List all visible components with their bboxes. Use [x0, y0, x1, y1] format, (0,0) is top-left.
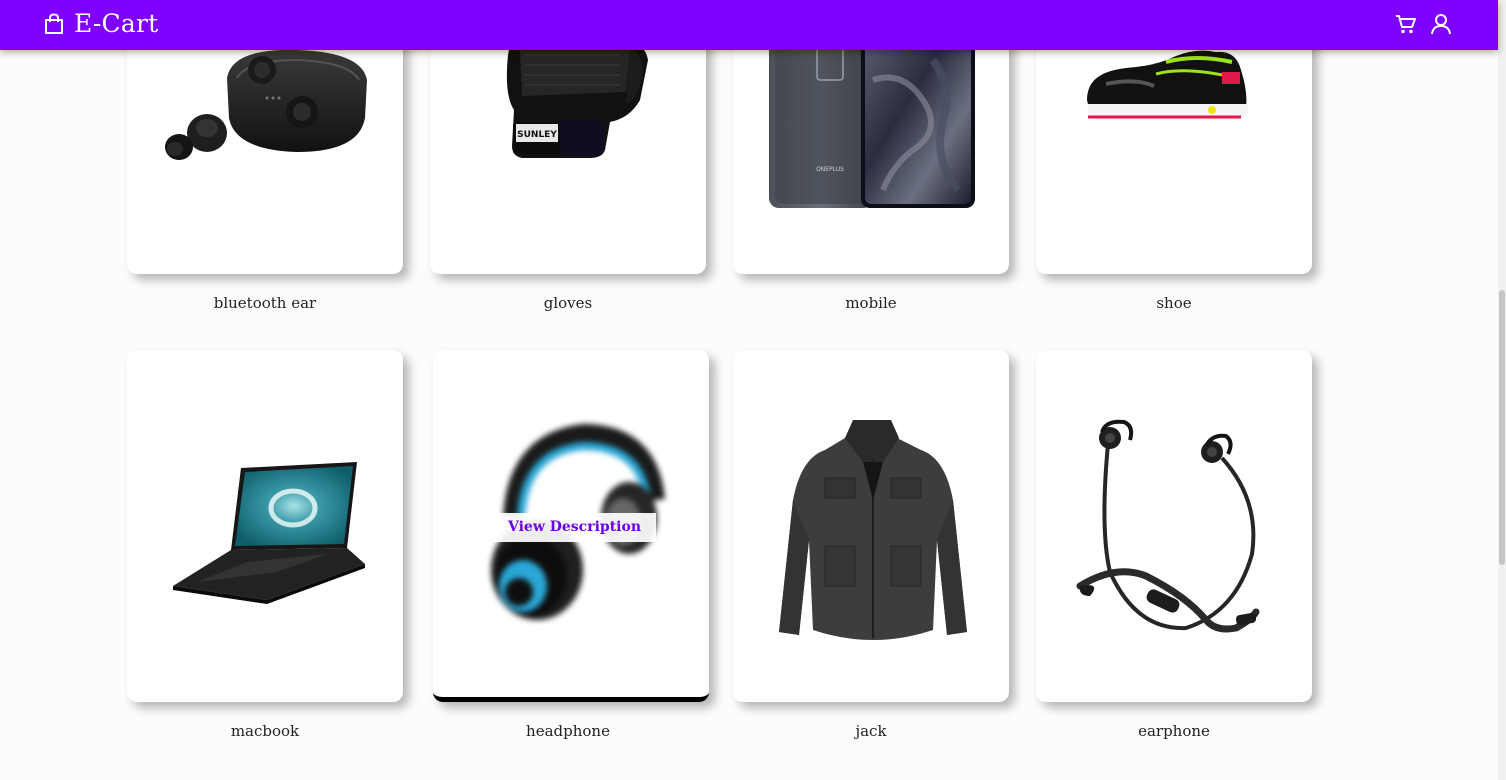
brand-link[interactable]: E-Cart — [44, 9, 158, 38]
product-label: jack — [855, 722, 887, 740]
product-card-macbook[interactable] — [127, 350, 403, 702]
product-label: bluetooth ear — [213, 294, 317, 312]
product-label: gloves — [543, 294, 593, 312]
brand-name: E-Cart — [74, 9, 159, 38]
cart-icon[interactable] — [1395, 13, 1417, 35]
view-description-button[interactable]: View Description — [493, 513, 656, 542]
navbar: E-Cart — [0, 0, 1498, 50]
product-card-earphone[interactable] — [1036, 350, 1312, 702]
page-scrollbar[interactable] — [1498, 0, 1506, 780]
product-card-jack[interactable] — [733, 350, 1009, 702]
product-label: mobile — [845, 294, 897, 312]
laptop-image — [173, 462, 365, 604]
shopping-bag-icon — [44, 12, 64, 35]
svg-text:SUNLEY: SUNLEY — [517, 130, 557, 140]
product-label: macbook — [230, 722, 300, 740]
page: bluetooth ear SUNLEY gloves ONEPLUS mobi… — [0, 0, 1506, 780]
jacket-image — [779, 420, 967, 640]
product-label: earphone — [1138, 722, 1210, 740]
svg-text:ONEPLUS: ONEPLUS — [816, 166, 844, 173]
product-label: headphone — [526, 722, 610, 740]
scrollbar-thumb[interactable] — [1499, 290, 1505, 565]
user-icon[interactable] — [1430, 13, 1452, 35]
product-card-headphone[interactable]: View Description — [433, 350, 709, 702]
product-label: shoe — [1156, 294, 1192, 312]
neckband-earphone-image — [1076, 419, 1260, 633]
